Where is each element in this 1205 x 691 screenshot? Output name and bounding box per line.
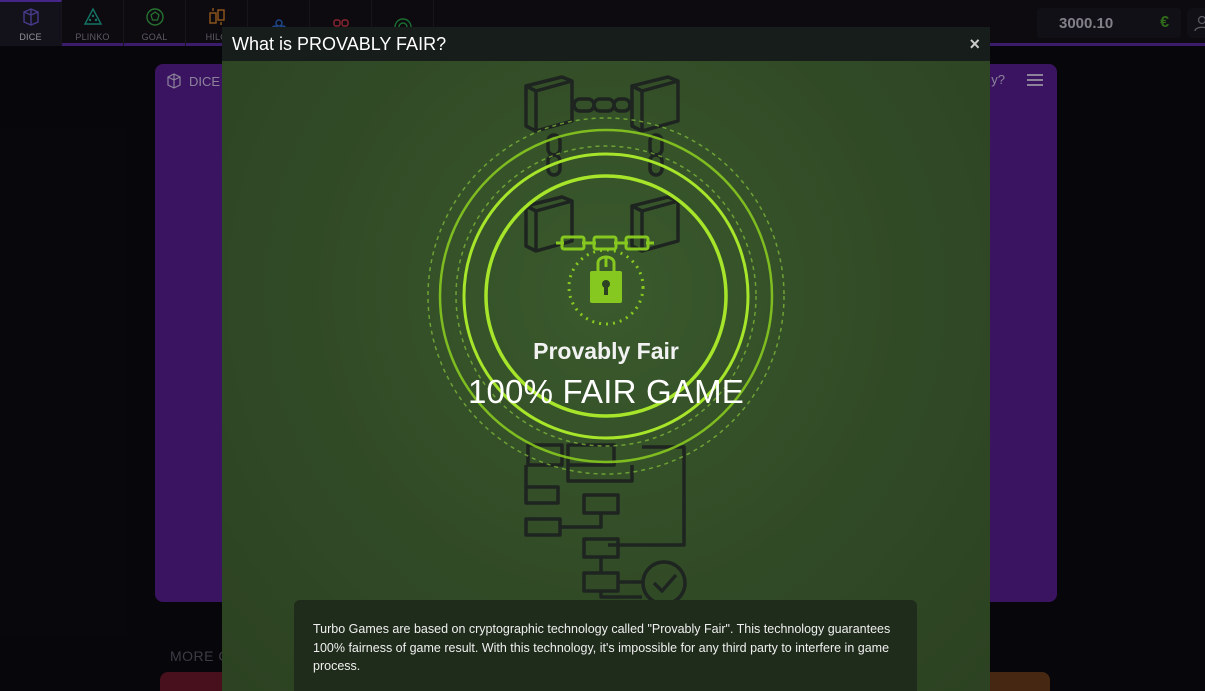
description-text: Turbo Games are based on cryptographic t… — [313, 622, 891, 673]
modal-header: What is PROVABLY FAIR? × — [222, 27, 990, 61]
close-icon[interactable]: × — [969, 34, 980, 55]
provably-fair-modal: What is PROVABLY FAIR? × Provably Fair 1… — [222, 27, 990, 691]
fair-game-subheading: 100% FAIR GAME — [467, 373, 745, 410]
description-box: Turbo Games are based on cryptographic t… — [294, 600, 917, 691]
provably-fair-heading: Provably Fair — [533, 338, 679, 364]
modal-title: What is PROVABLY FAIR? — [232, 33, 447, 54]
